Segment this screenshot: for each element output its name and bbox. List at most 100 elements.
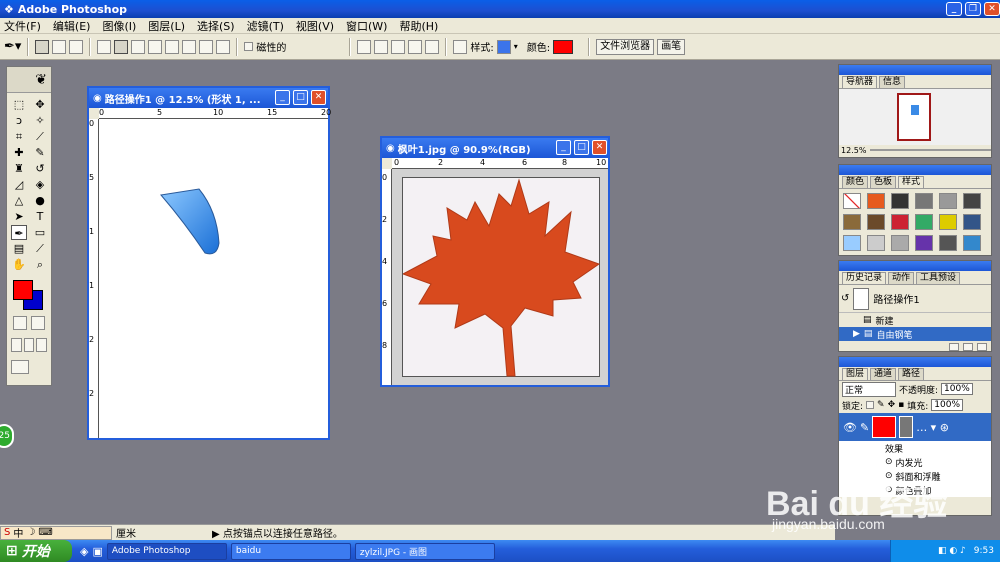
crop-tool-icon[interactable]: ⌗: [11, 129, 27, 144]
history-item-selected[interactable]: ▶ ▤ 自由钢笔: [839, 327, 991, 341]
lock-transparency-icon[interactable]: [866, 401, 875, 409]
navigator-zoom[interactable]: 12.5%: [841, 146, 866, 155]
style-item[interactable]: [915, 214, 933, 230]
style-item[interactable]: [939, 193, 957, 209]
magnetic-checkbox[interactable]: [244, 42, 254, 51]
close-button[interactable]: ✕: [984, 2, 1000, 16]
file-browser-tab[interactable]: 文件浏览器: [596, 38, 655, 55]
keyboard-icon[interactable]: ⌨: [38, 527, 52, 538]
rectangle-icon[interactable]: [131, 39, 146, 54]
style-item[interactable]: [963, 214, 981, 230]
tab-history[interactable]: 历史记录: [842, 272, 887, 284]
link-icon[interactable]: [453, 39, 468, 54]
restore-button[interactable]: ❐: [965, 2, 981, 16]
paths-icon[interactable]: [52, 39, 67, 54]
style-item[interactable]: [963, 193, 981, 209]
magic-wand-icon[interactable]: ✧: [32, 113, 48, 128]
fill-pixels-icon[interactable]: [69, 39, 84, 54]
style-item[interactable]: [867, 214, 885, 230]
menu-layer[interactable]: 图层(L): [148, 18, 185, 34]
style-item[interactable]: [963, 235, 981, 251]
new-snapshot-icon[interactable]: [963, 343, 973, 351]
doc1-canvas[interactable]: [99, 119, 328, 438]
style-item[interactable]: [915, 193, 933, 209]
ellipse-icon[interactable]: [165, 39, 180, 54]
dodge-tool-icon[interactable]: ●: [32, 193, 48, 208]
tray-icons[interactable]: ◧ ◐ ♪: [938, 546, 966, 556]
stamp-tool-icon[interactable]: ♜: [11, 161, 27, 176]
path-select-icon[interactable]: ➤: [11, 209, 27, 224]
rounded-rectangle-icon[interactable]: [148, 39, 163, 54]
lock-brush-icon[interactable]: ✎: [877, 400, 885, 410]
eye-icon[interactable]: ⊙: [885, 457, 893, 467]
task-paint[interactable]: zylzil.JPG - 画图: [354, 542, 495, 560]
blur-tool-icon[interactable]: △: [11, 193, 27, 208]
ime-mode[interactable]: 中: [13, 525, 23, 540]
style-item[interactable]: [843, 214, 861, 230]
hand-tool-icon[interactable]: ✋: [11, 257, 27, 272]
tab-layers[interactable]: 图层: [842, 368, 869, 380]
brushes-tab[interactable]: 画笔: [657, 38, 686, 55]
history-brush-icon[interactable]: ↺: [32, 161, 48, 176]
doc2-canvas[interactable]: [401, 177, 601, 378]
maple-leaf[interactable]: [401, 178, 601, 378]
menu-file[interactable]: 文件(F): [4, 18, 41, 34]
menu-image[interactable]: 图像(I): [102, 18, 136, 34]
menu-filter[interactable]: 滤镜(T): [247, 18, 284, 34]
tab-styles[interactable]: 样式: [898, 176, 925, 188]
tab-paths[interactable]: 路径: [898, 368, 925, 380]
custom-shape-icon[interactable]: [216, 39, 231, 54]
slice-tool-icon[interactable]: ⟋: [32, 129, 48, 144]
shape-color-swatch[interactable]: [553, 39, 574, 54]
pen-icon[interactable]: [97, 39, 112, 54]
eyedropper-icon[interactable]: ⟋: [32, 241, 48, 256]
lasso-tool-icon[interactable]: ↄ: [11, 113, 27, 128]
doc2-minimize-button[interactable]: _: [556, 140, 571, 155]
zoom-tool-icon[interactable]: ⌕: [32, 257, 48, 272]
lock-move-icon[interactable]: ✥: [888, 400, 896, 410]
style-item[interactable]: [891, 193, 909, 209]
trash-icon[interactable]: [977, 343, 987, 351]
move-tool-icon[interactable]: ✥: [32, 97, 48, 112]
navigator-preview[interactable]: [839, 89, 991, 145]
ime-moon-icon[interactable]: ☽: [26, 527, 35, 538]
layer-row-shape[interactable]: 👁 ✎ … ▾ ⊛: [839, 413, 991, 441]
menu-view[interactable]: 视图(V): [296, 18, 334, 34]
exclude-shape-icon[interactable]: [425, 39, 440, 54]
tab-swatches[interactable]: 色板: [870, 176, 897, 188]
line-icon[interactable]: [199, 39, 214, 54]
menu-edit[interactable]: 编辑(E): [53, 18, 91, 34]
screen-mode-standard-icon[interactable]: [11, 338, 22, 352]
doc1-close-button[interactable]: ✕: [311, 90, 326, 105]
start-button[interactable]: ⊞ 开始: [0, 540, 72, 562]
tab-color[interactable]: 颜色: [842, 176, 869, 188]
ime-toolbar[interactable]: S 中 ☽ ⌨: [0, 525, 112, 540]
style-item[interactable]: [843, 235, 861, 251]
type-tool-icon[interactable]: T: [32, 209, 48, 224]
quicklaunch-icon[interactable]: ◈: [80, 545, 88, 558]
lock-all-icon[interactable]: ▪: [898, 400, 904, 410]
zoom-slider[interactable]: [870, 149, 991, 151]
screen-mode-full-menu-icon[interactable]: [23, 338, 35, 352]
style-item[interactable]: [915, 235, 933, 251]
blue-shape[interactable]: [99, 119, 328, 438]
chevron-down-icon[interactable]: ▾: [514, 42, 518, 51]
tab-actions[interactable]: 动作: [888, 272, 915, 284]
notification-badge[interactable]: 25: [0, 424, 14, 448]
quickmask-mode-icon[interactable]: [31, 316, 45, 330]
marquee-tool-icon[interactable]: ⬚: [11, 97, 27, 112]
tab-tool-presets[interactable]: 工具预设: [916, 272, 961, 284]
shape-tool-icon[interactable]: ▭: [32, 225, 48, 240]
healing-brush-icon[interactable]: ✚: [11, 145, 27, 160]
clock[interactable]: 9:53: [974, 546, 994, 556]
brush-tool-icon[interactable]: ✎: [32, 145, 48, 160]
fill-input[interactable]: 100%: [931, 399, 964, 411]
task-photoshop[interactable]: Adobe Photoshop: [106, 542, 227, 560]
new-document-icon[interactable]: [949, 343, 959, 351]
quicklaunch-icon[interactable]: ▣: [92, 545, 102, 558]
foreground-color[interactable]: [13, 280, 33, 300]
opacity-input[interactable]: 100%: [941, 383, 973, 395]
doc1-minimize-button[interactable]: _: [275, 90, 290, 105]
pen-tool-icon[interactable]: ✒: [11, 225, 27, 240]
notes-tool-icon[interactable]: ▤: [11, 241, 27, 256]
